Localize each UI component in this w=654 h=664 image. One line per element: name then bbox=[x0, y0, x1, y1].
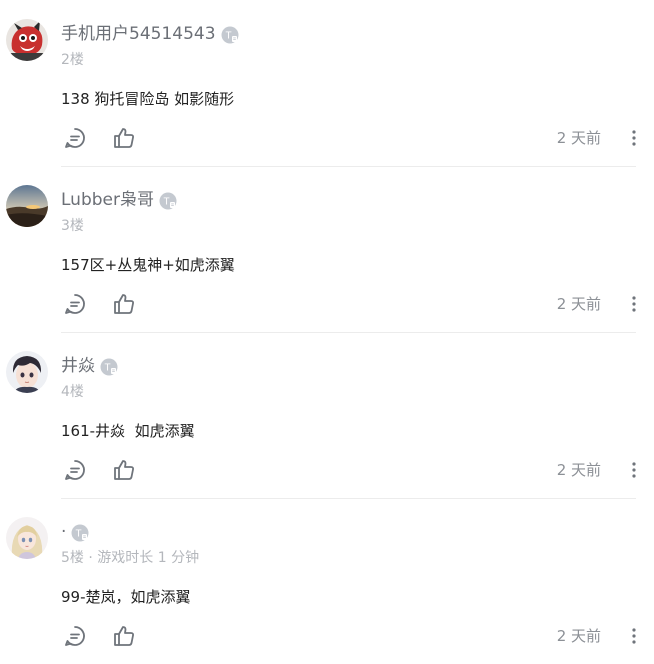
svg-text:T: T bbox=[104, 363, 110, 374]
comment-text: 157区+丛鬼神+如虎添翼 bbox=[61, 256, 235, 274]
floor-meta: 5楼 · 游戏时长 1 分钟 bbox=[61, 550, 200, 566]
more-options-icon[interactable] bbox=[624, 624, 644, 648]
anime-boy-avatar-icon bbox=[6, 351, 48, 393]
floor-meta: 2楼 bbox=[61, 52, 84, 68]
comment-item: 手机用户54514543 T 2楼 138 狗托冒险岛 如影随形 2 天前 bbox=[0, 0, 654, 167]
like-icon[interactable] bbox=[112, 292, 136, 316]
avatar[interactable] bbox=[6, 19, 48, 61]
t-level-badge-icon: T bbox=[71, 524, 89, 542]
username[interactable]: · bbox=[61, 520, 66, 544]
svg-text:T: T bbox=[76, 529, 82, 540]
comment-item: Lubber枭哥 T 3楼 157区+丛鬼神+如虎添翼 2 天前 bbox=[0, 166, 654, 333]
timestamp: 2 天前 bbox=[556, 129, 601, 147]
reply-icon[interactable] bbox=[63, 624, 87, 648]
comment-text: 138 狗托冒险岛 如影随形 bbox=[61, 90, 235, 108]
sunset-landscape-avatar-icon bbox=[6, 185, 48, 227]
t-level-badge-icon: T bbox=[221, 26, 239, 44]
comment-item: 井焱 T 4楼 161-井焱 如虎添翼 2 天前 bbox=[0, 332, 654, 499]
timestamp: 2 天前 bbox=[556, 295, 601, 313]
comment-text: 99-楚岚，如虎添翼 bbox=[61, 588, 191, 606]
avatar[interactable] bbox=[6, 517, 48, 559]
more-options-icon[interactable] bbox=[624, 126, 644, 150]
svg-text:T: T bbox=[163, 197, 169, 208]
svg-text:T: T bbox=[225, 31, 231, 42]
username[interactable]: Lubber枭哥 bbox=[61, 188, 154, 212]
avatar[interactable] bbox=[6, 185, 48, 227]
floor-meta: 3楼 bbox=[61, 218, 84, 234]
avatar[interactable] bbox=[6, 351, 48, 393]
more-options-icon[interactable] bbox=[624, 292, 644, 316]
reply-icon[interactable] bbox=[63, 126, 87, 150]
t-level-badge-icon: T bbox=[159, 192, 177, 210]
anime-girl-avatar-icon bbox=[6, 517, 48, 559]
like-icon[interactable] bbox=[112, 126, 136, 150]
comment-item: · T 5楼 · 游戏时长 1 分钟 99-楚岚，如虎添翼 2 天前 bbox=[0, 498, 654, 664]
t-level-badge-icon: T bbox=[100, 358, 118, 376]
reply-icon[interactable] bbox=[63, 458, 87, 482]
timestamp: 2 天前 bbox=[556, 627, 601, 645]
username[interactable]: 井焱 bbox=[61, 354, 95, 378]
reply-icon[interactable] bbox=[63, 292, 87, 316]
comment-text: 161-井焱 如虎添翼 bbox=[61, 422, 195, 440]
like-icon[interactable] bbox=[112, 624, 136, 648]
more-options-icon[interactable] bbox=[624, 458, 644, 482]
red-creature-avatar-icon bbox=[6, 19, 48, 61]
like-icon[interactable] bbox=[112, 458, 136, 482]
timestamp: 2 天前 bbox=[556, 461, 601, 479]
floor-meta: 4楼 bbox=[61, 384, 84, 400]
username[interactable]: 手机用户54514543 bbox=[61, 22, 216, 46]
